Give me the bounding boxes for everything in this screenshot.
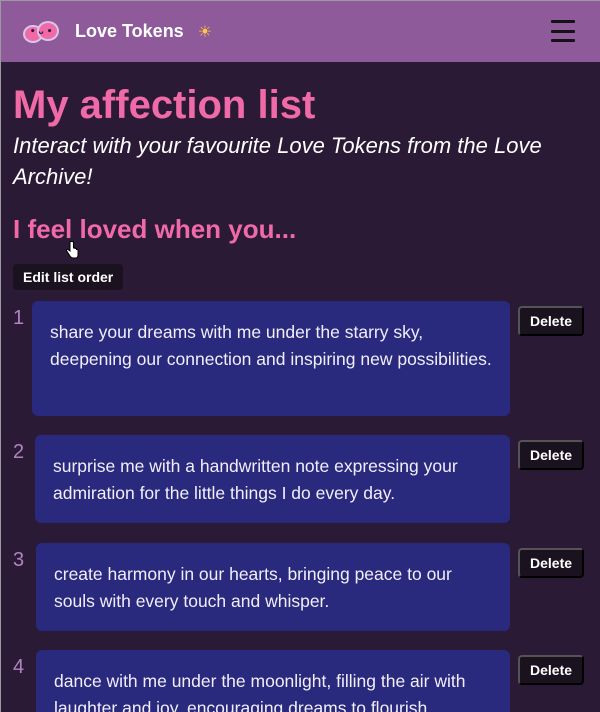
token-card[interactable]: dance with me under the moonlight, filli… bbox=[36, 650, 510, 712]
brand-name[interactable]: Love Tokens bbox=[75, 21, 184, 42]
sun-icon[interactable]: ☀ bbox=[198, 23, 212, 40]
menu-bar bbox=[551, 39, 575, 42]
delete-label: Delete bbox=[530, 555, 573, 571]
app-window: •ᴗ• Love Tokens ☀ My affection list Inte… bbox=[0, 0, 600, 712]
menu-bar bbox=[551, 29, 575, 33]
item-number: 3 bbox=[13, 549, 25, 571]
token-text: surprise me with a handwritten note expr… bbox=[53, 456, 458, 503]
delete-label: Delete bbox=[530, 313, 573, 329]
navbar: •ᴗ• Love Tokens ☀ bbox=[1, 1, 600, 62]
delete-button[interactable]: Delete bbox=[518, 440, 585, 470]
token-card[interactable]: share your dreams with me under the star… bbox=[32, 301, 510, 416]
page-title: My affection list bbox=[13, 83, 316, 127]
page-subtitle: Interact with your favourite Love Tokens… bbox=[13, 133, 542, 189]
logo-face: •ᴗ• bbox=[30, 26, 56, 37]
token-card[interactable]: surprise me with a handwritten note expr… bbox=[35, 435, 510, 523]
main-content: My affection list Interact with your fav… bbox=[1, 82, 600, 290]
item-number: 1 bbox=[13, 307, 25, 329]
delete-button[interactable]: Delete bbox=[518, 548, 585, 578]
pointer-cursor-icon bbox=[66, 241, 79, 259]
delete-label: Delete bbox=[530, 662, 573, 678]
item-number: 2 bbox=[13, 441, 25, 463]
edit-list-order-label: Edit list order bbox=[23, 269, 114, 285]
token-text: dance with me under the moonlight, filli… bbox=[54, 671, 466, 712]
section-heading: I feel loved when you... bbox=[13, 214, 297, 244]
token-text: create harmony in our hearts, bringing p… bbox=[54, 564, 452, 611]
token-card[interactable]: create harmony in our hearts, bringing p… bbox=[36, 543, 510, 631]
menu-bar bbox=[551, 20, 575, 23]
item-number: 4 bbox=[13, 656, 25, 678]
delete-button[interactable]: Delete bbox=[518, 655, 585, 685]
delete-label: Delete bbox=[530, 447, 573, 463]
edit-list-order-button[interactable]: Edit list order bbox=[13, 264, 124, 290]
token-text: share your dreams with me under the star… bbox=[50, 322, 492, 369]
delete-button[interactable]: Delete bbox=[518, 306, 585, 336]
hamburger-menu-icon[interactable] bbox=[551, 20, 575, 42]
love-tokens-logo-icon[interactable]: •ᴗ• bbox=[23, 19, 61, 45]
